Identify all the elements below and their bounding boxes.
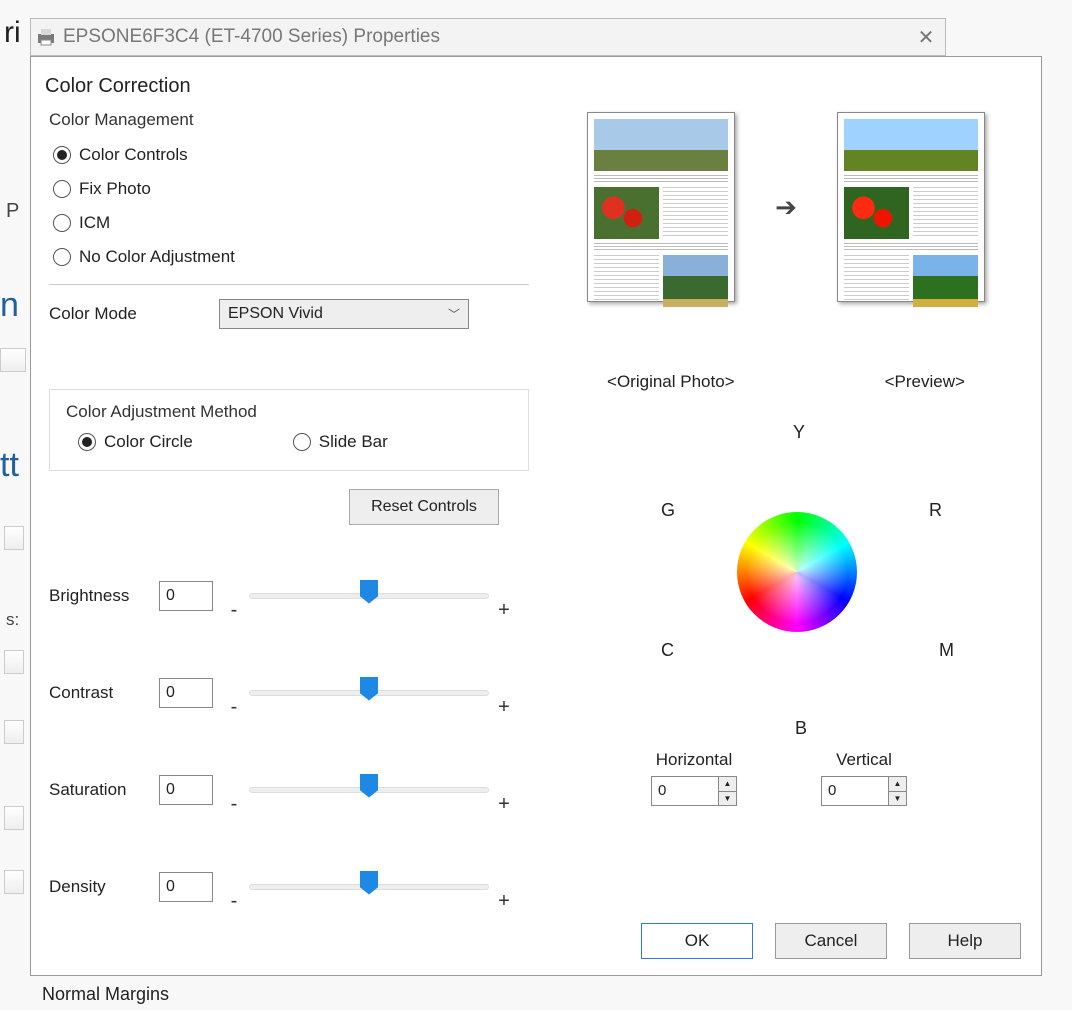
bg-printer-icon [0, 348, 26, 372]
close-icon[interactable]: ✕ [907, 25, 945, 50]
printer-icon [35, 26, 57, 48]
plus-icon: + [489, 599, 519, 622]
bg-doc-icon [4, 806, 24, 830]
slider-thumb-icon[interactable] [360, 871, 378, 895]
preview-label: <Preview> [885, 372, 965, 392]
slider-thumb-icon[interactable] [360, 677, 378, 701]
original-photo-label: <Original Photo> [607, 372, 735, 392]
radio-dot-icon [53, 146, 71, 164]
bg-normal-margins: Normal Margins [42, 984, 169, 1005]
bg-fragment: ri [4, 16, 21, 50]
preview-photo [837, 112, 985, 302]
contrast-value[interactable]: 0 [159, 678, 213, 708]
radio-dot-icon [53, 180, 71, 198]
color-management-group: Color Controls Fix Photo ICM No Color Ad… [53, 138, 529, 274]
bg-fragment: tt [0, 446, 19, 485]
density-value[interactable]: 0 [159, 872, 213, 902]
wheel-label-m: M [939, 640, 954, 661]
slider-thumb-icon[interactable] [360, 580, 378, 604]
wheel-label-c: C [661, 640, 674, 661]
vertical-label: Vertical [821, 750, 907, 770]
ok-button[interactable]: OK [641, 923, 753, 959]
radio-dot-icon [53, 248, 71, 266]
color-mode-value: EPSON Vivid [228, 305, 323, 323]
spin-up-icon[interactable]: ▲ [889, 777, 906, 792]
radio-label: ICM [79, 213, 110, 233]
bg-doc-icon [4, 720, 24, 744]
radio-fix-photo[interactable]: Fix Photo [53, 172, 529, 206]
reset-controls-button[interactable]: Reset Controls [349, 489, 499, 525]
arrow-right-icon: ➔ [775, 192, 797, 223]
horizontal-label: Horizontal [651, 750, 737, 770]
saturation-value[interactable]: 0 [159, 775, 213, 805]
contrast-label: Contrast [49, 683, 159, 703]
density-label: Density [49, 877, 159, 897]
brightness-value[interactable]: 0 [159, 581, 213, 611]
bg-fragment: P [6, 200, 19, 223]
cancel-button[interactable]: Cancel [775, 923, 887, 959]
color-correction-dialog: Color Correction Color Management Color … [30, 56, 1042, 976]
divider [49, 284, 529, 285]
horizontal-value[interactable]: 0 [652, 777, 718, 805]
wheel-label-y: Y [793, 422, 805, 443]
adjustment-method-label: Color Adjustment Method [66, 402, 512, 422]
properties-title: EPSONE6F3C4 (ET-4700 Series) Properties [63, 26, 440, 48]
spin-down-icon[interactable]: ▼ [889, 792, 906, 806]
bg-fragment: s: [6, 610, 19, 630]
help-button[interactable]: Help [909, 923, 1021, 959]
minus-icon: - [219, 793, 249, 816]
saturation-label: Saturation [49, 780, 159, 800]
vertical-spinner[interactable]: 0 ▲▼ [821, 776, 907, 806]
spin-down-icon[interactable]: ▼ [719, 792, 736, 806]
radio-label: Slide Bar [319, 432, 388, 452]
minus-icon: - [219, 599, 249, 622]
bg-doc-icon [4, 870, 24, 894]
vertical-value[interactable]: 0 [822, 777, 888, 805]
brightness-label: Brightness [49, 586, 159, 606]
radio-label: Color Circle [104, 432, 193, 452]
minus-icon: - [219, 696, 249, 719]
bg-doc-icon [4, 526, 24, 550]
bg-doc-icon [4, 650, 24, 674]
dialog-title: Color Correction [31, 57, 1041, 110]
contrast-slider[interactable] [249, 690, 489, 696]
radio-label: Fix Photo [79, 179, 151, 199]
minus-icon: - [219, 890, 249, 913]
color-wheel[interactable] [737, 512, 857, 632]
color-circle-area: Y G R C M B Horizontal 0 ▲▼ Ve [551, 422, 1021, 772]
brightness-slider[interactable] [249, 593, 489, 599]
radio-dot-icon [293, 433, 311, 451]
horizontal-spinner[interactable]: 0 ▲▼ [651, 776, 737, 806]
wheel-label-g: G [661, 500, 675, 521]
radio-no-adjust[interactable]: No Color Adjustment [53, 240, 529, 274]
radio-color-circle[interactable]: Color Circle [78, 432, 193, 452]
plus-icon: + [489, 793, 519, 816]
saturation-slider[interactable] [249, 787, 489, 793]
radio-label: No Color Adjustment [79, 247, 235, 267]
color-mode-select[interactable]: EPSON Vivid ﹀ [219, 299, 469, 329]
density-slider[interactable] [249, 884, 489, 890]
bg-fragment: n [0, 286, 19, 325]
radio-icm[interactable]: ICM [53, 206, 529, 240]
plus-icon: + [489, 890, 519, 913]
color-management-label: Color Management [49, 110, 529, 130]
radio-color-controls[interactable]: Color Controls [53, 138, 529, 172]
wheel-label-b: B [795, 718, 807, 739]
slider-thumb-icon[interactable] [360, 774, 378, 798]
radio-slide-bar[interactable]: Slide Bar [293, 432, 388, 452]
spin-up-icon[interactable]: ▲ [719, 777, 736, 792]
radio-label: Color Controls [79, 145, 188, 165]
color-mode-label: Color Mode [49, 304, 219, 324]
original-photo-preview [587, 112, 735, 302]
wheel-label-r: R [929, 500, 942, 521]
chevron-down-icon: ﹀ [448, 306, 460, 323]
properties-titlebar: EPSONE6F3C4 (ET-4700 Series) Properties … [30, 18, 946, 56]
adjustment-method-group: Color Adjustment Method Color Circle Sli… [49, 389, 529, 471]
radio-dot-icon [78, 433, 96, 451]
plus-icon: + [489, 696, 519, 719]
radio-dot-icon [53, 214, 71, 232]
